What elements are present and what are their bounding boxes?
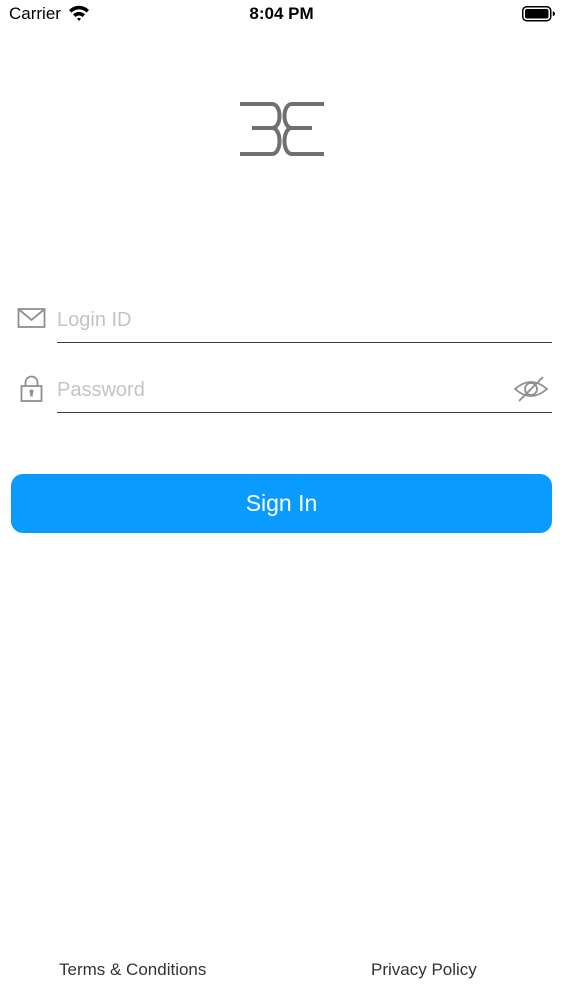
terms-and-conditions-link[interactable]: Terms & Conditions <box>59 960 206 980</box>
password-input[interactable] <box>57 372 497 408</box>
login-id-input[interactable] <box>57 302 497 338</box>
logo <box>238 100 326 158</box>
sign-in-button[interactable]: Sign In <box>11 474 552 533</box>
battery-icon <box>522 6 556 22</box>
password-underline <box>57 412 552 413</box>
login-field <box>0 290 563 350</box>
password-field <box>0 360 563 420</box>
privacy-policy-link[interactable]: Privacy Policy <box>371 960 477 980</box>
status-bar: Carrier 8:04 PM <box>0 0 563 30</box>
login-underline <box>57 342 552 343</box>
envelope-icon <box>16 306 48 336</box>
lock-icon <box>16 374 48 404</box>
clock: 8:04 PM <box>249 4 314 23</box>
eye-slash-icon[interactable] <box>512 374 550 404</box>
